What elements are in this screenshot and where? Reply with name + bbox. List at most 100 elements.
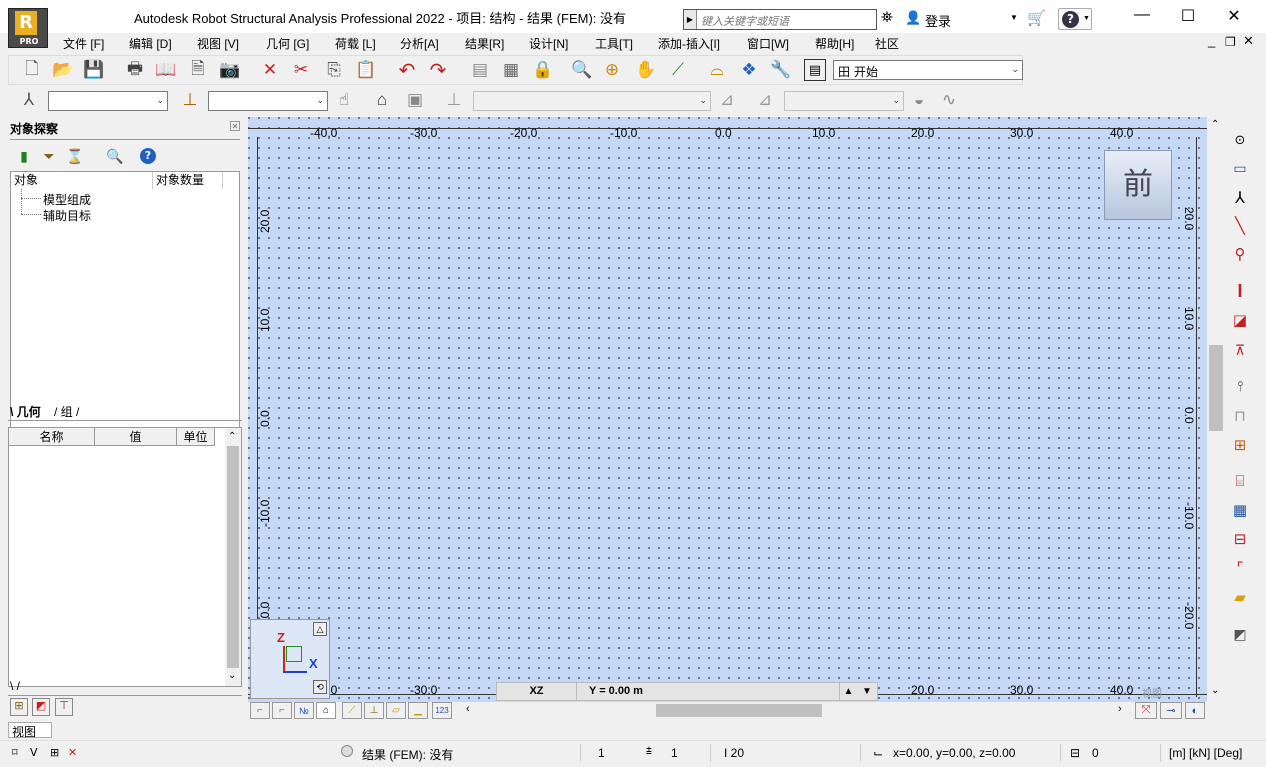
structure-model-icon[interactable]: ⌓ — [706, 59, 728, 81]
paste-icon[interactable]: 📋 — [355, 59, 377, 81]
properties-scrollbar[interactable]: ⌃ ⌄ — [225, 428, 241, 686]
menu-help[interactable]: 帮助[H] — [815, 35, 854, 52]
scroll-thumb[interactable] — [227, 446, 239, 668]
cart-icon[interactable]: 🛒 — [1027, 9, 1046, 27]
node-select-icon[interactable]: Ⅴ — [30, 746, 38, 759]
menu-results[interactable]: 结果[R] — [465, 35, 504, 52]
tab-group[interactable]: / 组 / — [54, 403, 94, 420]
col-name[interactable]: 名称 — [9, 428, 95, 446]
cable-icon[interactable]: ⊓ — [1229, 405, 1251, 427]
node-select[interactable]: ⌄ — [48, 91, 168, 111]
wave-icon[interactable]: ∿ — [938, 89, 960, 111]
object-tab-icon[interactable]: ⊞ — [10, 698, 28, 716]
col-object[interactable]: 对象 — [11, 172, 153, 189]
menu-analysis[interactable]: 分析[A] — [400, 35, 439, 52]
scroll-thumb[interactable] — [1209, 345, 1223, 431]
grid-icon[interactable]: ⊞ — [50, 746, 59, 759]
filter-icon[interactable]: ⏷ — [38, 145, 60, 167]
filter-clear-icon[interactable]: ⌛ — [64, 145, 86, 167]
load-icon[interactable]: ⊿ — [716, 89, 738, 111]
tree-item-auxiliary[interactable]: 辅助目标 — [43, 207, 91, 224]
properties-icon[interactable]: ▦ — [500, 59, 522, 81]
offset-icon[interactable]: ⫯ — [1229, 375, 1251, 397]
table-view-icon[interactable]: ▤ — [469, 59, 491, 81]
view-deform-icon[interactable]: ⤧ — [1135, 702, 1157, 719]
mdi-close-button[interactable]: ✕ — [1243, 33, 1254, 49]
tools-wrench-icon[interactable]: 🔧 — [770, 59, 792, 81]
node-icon[interactable]: ⊙ — [1229, 129, 1251, 151]
view-cube[interactable]: 前 — [1104, 150, 1172, 220]
units-display[interactable]: [m] [kN] [Deg] — [1169, 746, 1242, 760]
clear-selection-icon[interactable]: ✕ — [68, 746, 77, 759]
print-icon[interactable]: 🖶 — [124, 59, 146, 81]
zoom-icon[interactable]: 🔍 — [571, 59, 593, 81]
layout-selector-icon[interactable]: ▤ — [804, 59, 826, 81]
view-panels-icon[interactable]: ▱ — [386, 702, 406, 719]
load-cases-icon[interactable]: ⊞ — [1229, 434, 1251, 456]
maximize-button[interactable]: ☐ — [1168, 6, 1208, 26]
load-type-icon[interactable]: ⊿ — [754, 89, 776, 111]
chevron-up-icon[interactable]: ⌃ — [1211, 119, 1219, 130]
view-sections-icon[interactable]: ⊸ — [1160, 702, 1182, 719]
zoom-window-icon[interactable]: ⊕ — [601, 59, 623, 81]
cut-icon[interactable]: ✂ — [290, 59, 312, 81]
tab-geometry[interactable]: \ 几何 — [10, 403, 55, 420]
chevron-down-icon[interactable]: ⌄ — [1211, 685, 1219, 696]
structure-viewport[interactable]: -40.0 -30.0 -20.0 -10.0 0.0 10.0 20.0 30… — [248, 117, 1207, 702]
load-tab-icon[interactable]: ◩ — [32, 698, 50, 716]
delete-icon[interactable]: ✕ — [259, 59, 281, 81]
scroll-left-icon[interactable]: ‹ — [466, 703, 470, 715]
chevron-up-icon[interactable]: ⌃ — [228, 431, 236, 442]
load-case-select[interactable]: ⌄ — [473, 91, 711, 111]
menu-tools[interactable]: 工具[T] — [595, 35, 633, 52]
plane-up-icon[interactable]: ▲ — [839, 683, 857, 700]
scroll-right-icon[interactable]: › — [1118, 703, 1122, 715]
mode-select[interactable]: ⌄ — [784, 91, 904, 111]
menu-community[interactable]: 社区 — [875, 35, 899, 52]
app-logo[interactable]: R PRO — [8, 8, 48, 48]
view-supports-icon[interactable]: ⊥ — [364, 702, 384, 719]
calculation-icon[interactable]: ❖ — [738, 59, 760, 81]
open-file-icon[interactable]: 📂 — [52, 59, 74, 81]
plane-down-icon[interactable]: ▼ — [858, 683, 876, 700]
menu-design[interactable]: 设计[N] — [529, 35, 568, 52]
menu-file[interactable]: 文件 [F] — [63, 35, 104, 52]
menu-edit[interactable]: 编辑 [D] — [129, 35, 172, 52]
triangle-up-icon[interactable]: △ — [313, 622, 327, 636]
rotate-icon[interactable]: ⟲ — [313, 680, 327, 694]
panel-close-icon[interactable]: ✕ — [230, 121, 240, 131]
search-input[interactable]: ▶ 键入关键字或短语 — [683, 9, 877, 30]
viewport-vertical-scrollbar[interactable]: ⌃ ⌄ — [1207, 117, 1225, 702]
load-table-icon[interactable]: ▦ — [1229, 499, 1251, 521]
plane-label[interactable]: XZ — [497, 683, 577, 700]
lower-tab[interactable]: \ / — [10, 679, 20, 693]
help-button[interactable]: ? ▼ — [1058, 8, 1092, 30]
panel-reinforce-icon[interactable]: ◩ — [1229, 623, 1251, 645]
scroll-thumb[interactable] — [656, 704, 822, 717]
view-labels-icon[interactable]: 123 — [432, 702, 452, 719]
view-node-numbers-icon[interactable]: № — [294, 702, 314, 719]
slab-icon[interactable]: ▰ — [1229, 586, 1251, 608]
mode-shape-icon[interactable]: ◒ — [908, 89, 930, 111]
view-tab[interactable]: 视图 — [8, 722, 52, 739]
redo-icon[interactable]: ↷ — [427, 59, 449, 82]
menu-window[interactable]: 窗口[W] — [747, 35, 789, 52]
bar-select[interactable]: ⌄ — [208, 91, 328, 111]
column-icon[interactable]: ⌜ — [1229, 557, 1251, 579]
bar-icon[interactable]: ⅄ — [1229, 187, 1251, 209]
lock-icon[interactable]: 🔒 — [532, 59, 554, 81]
release-icon[interactable]: ⊼ — [1229, 339, 1251, 361]
copy-icon[interactable]: ⎘ — [323, 59, 345, 81]
menu-geometry[interactable]: 几何 [G] — [266, 35, 309, 52]
layout-select[interactable]: 田 开始 ⌄ — [833, 60, 1023, 80]
col-value[interactable]: 值 — [95, 428, 177, 446]
menu-view[interactable]: 视图 [V] — [197, 35, 239, 52]
view-yz-icon[interactable]: ⌐ — [272, 702, 292, 719]
selection-icon[interactable]: ⌑ — [12, 746, 18, 759]
col-count[interactable]: 对象数量 — [153, 172, 223, 189]
structure-view-icon[interactable]: ⌂ — [371, 89, 393, 111]
inspector-help-icon[interactable]: ? — [140, 148, 156, 164]
find-icon[interactable]: 🔍 — [104, 145, 126, 167]
minimize-button[interactable]: — — [1122, 6, 1162, 24]
node-selection-icon[interactable]: ⅄ — [18, 89, 40, 111]
